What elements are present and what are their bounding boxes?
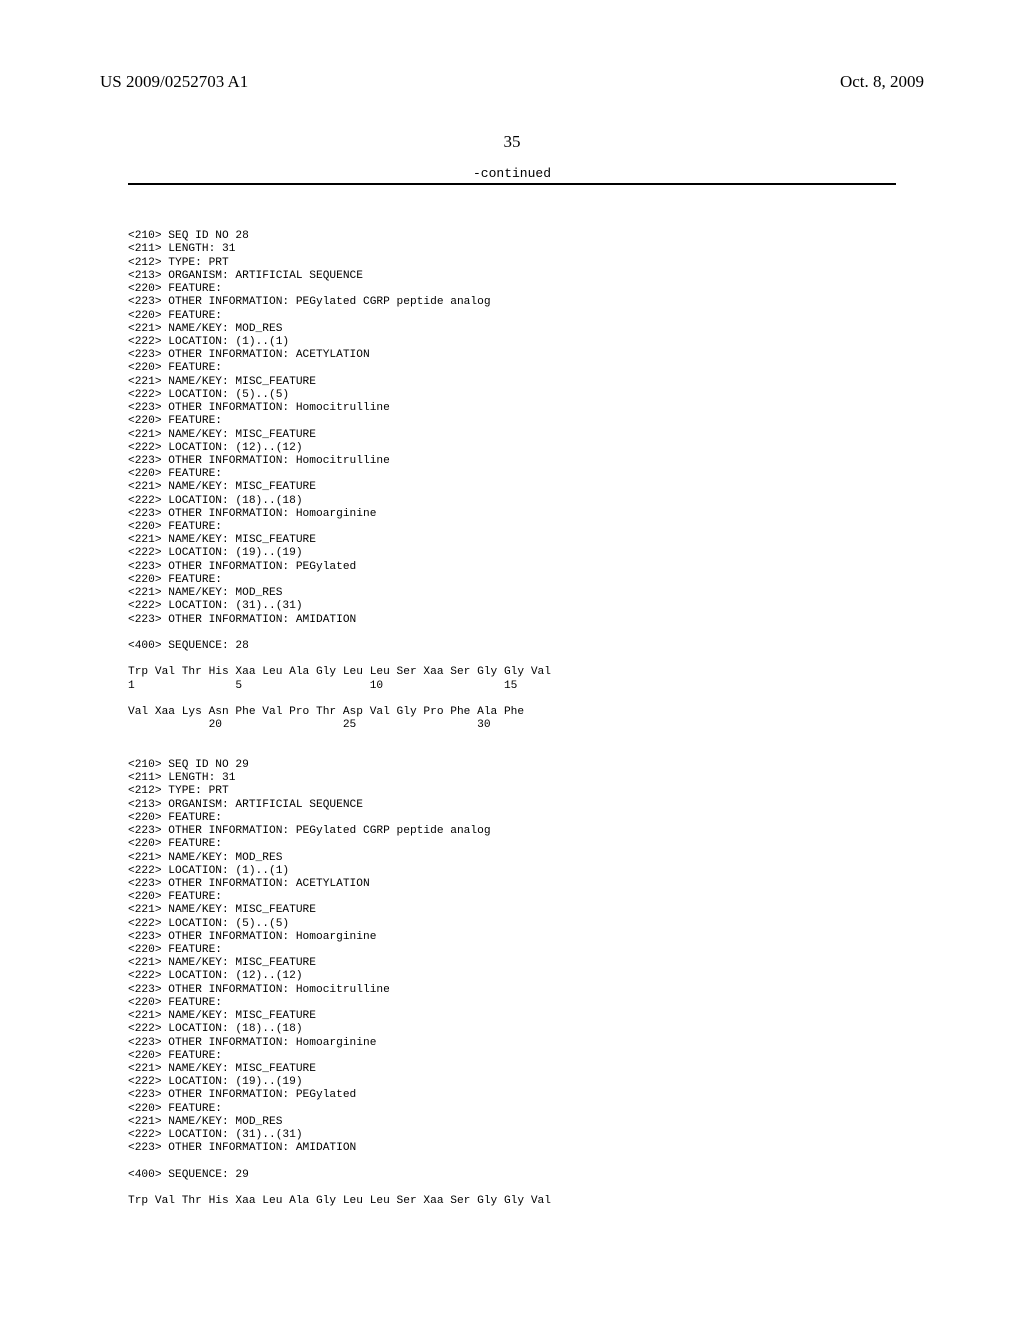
seq29-line: <212> TYPE: PRT: [128, 785, 229, 797]
seq28-line: <223> OTHER INFORMATION: ACETYLATION: [128, 349, 370, 361]
seq29-line: <210> SEQ ID NO 29: [128, 759, 249, 771]
seq28-line: <220> FEATURE:: [128, 362, 222, 374]
seq28-numbers: 1 5 10 15: [128, 680, 517, 692]
seq28-line: <222> LOCATION: (18)..(18): [128, 495, 303, 507]
seq29-line: <223> OTHER INFORMATION: AMIDATION: [128, 1142, 356, 1154]
seq28-line: <220> FEATURE:: [128, 283, 222, 295]
seq29-line: <220> FEATURE:: [128, 997, 222, 1009]
seq29-line: <223> OTHER INFORMATION: Homoarginine: [128, 1037, 376, 1049]
continued-label: -continued: [100, 166, 924, 181]
seq28-line: <221> NAME/KEY: MISC_FEATURE: [128, 376, 316, 388]
seq28-line: <221> NAME/KEY: MISC_FEATURE: [128, 534, 316, 546]
seq29-line: <222> LOCATION: (5)..(5): [128, 918, 289, 930]
seq29-line: <221> NAME/KEY: MOD_RES: [128, 852, 282, 864]
seq29-line: <223> OTHER INFORMATION: PEGylated CGRP …: [128, 825, 491, 837]
seq29-line: <221> NAME/KEY: MOD_RES: [128, 1116, 282, 1128]
seq28-line: <223> OTHER INFORMATION: Homoarginine: [128, 508, 376, 520]
seq28-line: <223> OTHER INFORMATION: PEGylated: [128, 561, 356, 573]
seq28-line: [128, 693, 135, 705]
seq28-line: <223> OTHER INFORMATION: Homocitrulline: [128, 402, 390, 414]
seq29-line: <220> FEATURE:: [128, 838, 222, 850]
page-number: 35: [100, 132, 924, 152]
seq28-line: <223> OTHER INFORMATION: PEGylated CGRP …: [128, 296, 491, 308]
seq28-line: <222> LOCATION: (31)..(31): [128, 600, 303, 612]
seq29-line: <220> FEATURE:: [128, 891, 222, 903]
seq29-residues: Trp Val Thr His Xaa Leu Ala Gly Leu Leu …: [128, 1195, 551, 1207]
seq28-line: [128, 627, 135, 639]
seq29-line: <222> LOCATION: (1)..(1): [128, 865, 289, 877]
seq28-line: <220> FEATURE:: [128, 468, 222, 480]
seq29-line: <222> LOCATION: (31)..(31): [128, 1129, 303, 1141]
publication-date: Oct. 8, 2009: [840, 72, 924, 92]
seq29-line: <220> FEATURE:: [128, 1050, 222, 1062]
seq29-line: <220> FEATURE:: [128, 944, 222, 956]
seq28-line: <400> SEQUENCE: 28: [128, 640, 249, 652]
seq28-line: <221> NAME/KEY: MISC_FEATURE: [128, 481, 316, 493]
seq29-line: <223> OTHER INFORMATION: Homoarginine: [128, 931, 376, 943]
seq29-line: <211> LENGTH: 31: [128, 772, 235, 784]
seq28-line: <222> LOCATION: (19)..(19): [128, 547, 303, 559]
page-header: US 2009/0252703 A1 Oct. 8, 2009: [100, 72, 924, 92]
seq28-line: <221> NAME/KEY: MISC_FEATURE: [128, 429, 316, 441]
seq28-residues: Trp Val Thr His Xaa Leu Ala Gly Leu Leu …: [128, 666, 551, 678]
seq28-line: <210> SEQ ID NO 28: [128, 230, 249, 242]
seq28-line: <220> FEATURE:: [128, 415, 222, 427]
seq28-line: <221> NAME/KEY: MOD_RES: [128, 587, 282, 599]
seq29-line: <222> LOCATION: (18)..(18): [128, 1023, 303, 1035]
seq28-line: <223> OTHER INFORMATION: AMIDATION: [128, 614, 356, 626]
seq29-line: [128, 1182, 135, 1194]
seq29-line: <221> NAME/KEY: MISC_FEATURE: [128, 957, 316, 969]
seq29-line: <400> SEQUENCE: 29: [128, 1169, 249, 1181]
seq29-line: <221> NAME/KEY: MISC_FEATURE: [128, 1010, 316, 1022]
seq29-line: <222> LOCATION: (19)..(19): [128, 1076, 303, 1088]
seq28-line: <220> FEATURE:: [128, 310, 222, 322]
seq29-line: <222> LOCATION: (12)..(12): [128, 970, 303, 982]
seq28-line: <222> LOCATION: (5)..(5): [128, 389, 289, 401]
seq29-line: <223> OTHER INFORMATION: ACETYLATION: [128, 878, 370, 890]
seq28-line: <223> OTHER INFORMATION: Homocitrulline: [128, 455, 390, 467]
seq28-line: <221> NAME/KEY: MOD_RES: [128, 323, 282, 335]
seq28-line: <222> LOCATION: (12)..(12): [128, 442, 303, 454]
seq29-line: <220> FEATURE:: [128, 1103, 222, 1115]
page: US 2009/0252703 A1 Oct. 8, 2009 35 -cont…: [0, 0, 1024, 1320]
seq28-line: [128, 653, 135, 665]
seq28-line: <220> FEATURE:: [128, 574, 222, 586]
sequence-listing: <210> SEQ ID NO 28 <211> LENGTH: 31 <212…: [128, 217, 924, 1208]
seq29-line: <223> OTHER INFORMATION: PEGylated: [128, 1089, 356, 1101]
horizontal-rule: [128, 183, 896, 185]
publication-number: US 2009/0252703 A1: [100, 72, 248, 92]
seq28-line: <213> ORGANISM: ARTIFICIAL SEQUENCE: [128, 270, 363, 282]
seq28-line: <212> TYPE: PRT: [128, 257, 229, 269]
seq28-line: <220> FEATURE:: [128, 521, 222, 533]
seq29-line: [128, 1156, 135, 1168]
seq29-line: <220> FEATURE:: [128, 812, 222, 824]
seq28-residues: Val Xaa Lys Asn Phe Val Pro Thr Asp Val …: [128, 706, 524, 718]
seq28-line: <211> LENGTH: 31: [128, 243, 235, 255]
seq29-line: <223> OTHER INFORMATION: Homocitrulline: [128, 984, 390, 996]
seq29-line: <221> NAME/KEY: MISC_FEATURE: [128, 1063, 316, 1075]
seq29-line: <221> NAME/KEY: MISC_FEATURE: [128, 904, 316, 916]
seq29-line: <213> ORGANISM: ARTIFICIAL SEQUENCE: [128, 799, 363, 811]
seq28-line: <222> LOCATION: (1)..(1): [128, 336, 289, 348]
seq28-numbers: 20 25 30: [128, 719, 491, 731]
